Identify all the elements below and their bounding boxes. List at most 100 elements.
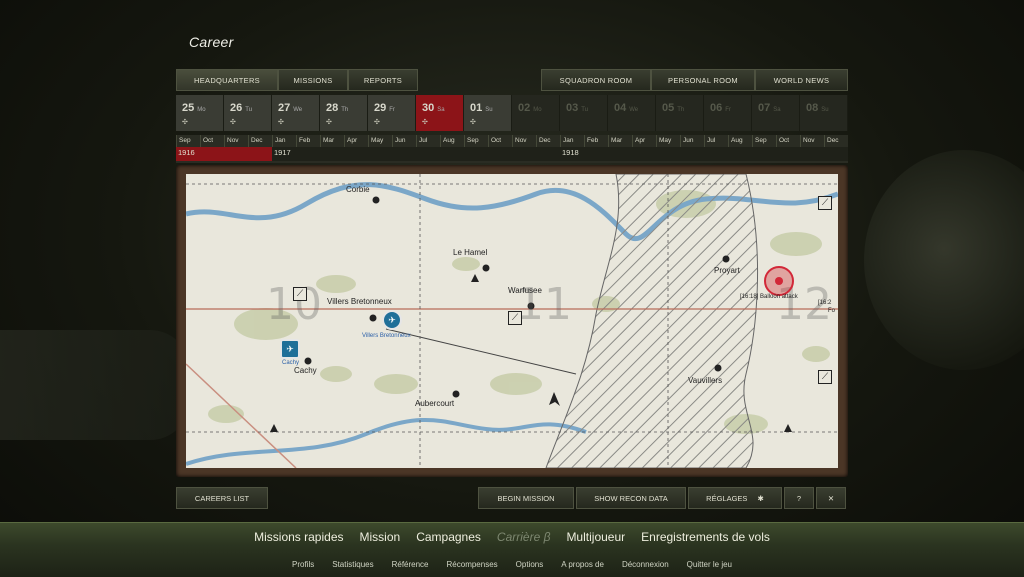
subnav-options[interactable]: Options (516, 560, 544, 569)
nav-enregistrements[interactable]: Enregistrements de vols (641, 530, 770, 544)
day-weekday: Mo (197, 107, 206, 113)
airfield-icon[interactable]: ✈ (382, 310, 402, 330)
month-label: Jun (392, 135, 416, 147)
place-label: Cachy (294, 366, 317, 375)
day-cell[interactable]: 30 Sa ✣ (416, 95, 464, 131)
tab-missions[interactable]: MISSIONS (278, 69, 348, 91)
day-weekday: Su (485, 107, 493, 113)
show-recon-data-button[interactable]: SHOW RECON DATA (576, 487, 686, 509)
day-cell[interactable]: 03 Tu (560, 95, 608, 131)
day-cell[interactable]: 02 Mo (512, 95, 560, 131)
month-label: Aug (728, 135, 752, 147)
month-label: Mar (320, 135, 344, 147)
place-label: Proyart (714, 266, 740, 275)
waypoint-marker[interactable]: ⟋ (508, 311, 522, 325)
nav-missions-rapides[interactable]: Missions rapides (254, 530, 343, 544)
waypoint-marker[interactable]: ⟋ (293, 287, 307, 301)
month-label: Aug (440, 135, 464, 147)
day-number: 05 (662, 102, 675, 114)
day-weekday: Th (341, 107, 349, 113)
nav-carriere[interactable]: Carrière β (497, 530, 551, 544)
event-label: [16:18] Balloon attack (740, 294, 798, 300)
careers-list-button[interactable]: CAREERS LIST (176, 487, 268, 509)
year-label: 1918 (562, 148, 579, 157)
day-weekday: Fr (389, 107, 395, 113)
begin-mission-button[interactable]: BEGIN MISSION (478, 487, 574, 509)
day-weekday: Th (677, 107, 685, 113)
day-weekday: We (629, 107, 639, 113)
month-label: Nov (512, 135, 536, 147)
day-cell[interactable]: 28 Th ✣ (320, 95, 368, 131)
close-button[interactable]: ✕ (816, 487, 846, 509)
tab-squadron-room[interactable]: SQUADRON ROOM (541, 69, 651, 91)
weather-icon: ✣ (374, 119, 380, 126)
subnav-statistiques[interactable]: Statistiques (332, 560, 373, 569)
day-weekday: Mo (533, 107, 542, 113)
month-label: Jul (416, 135, 440, 147)
day-cell[interactable]: 08 Su (800, 95, 848, 131)
tab-personal-room[interactable]: PERSONAL ROOM (651, 69, 755, 91)
tab-world-news[interactable]: WORLD NEWS (755, 69, 848, 91)
month-label: May (656, 135, 680, 147)
weather-icon: ✣ (326, 119, 332, 126)
bottom-menu-bar: Missions rapides Mission Campagnes Carri… (0, 522, 1024, 577)
day-number: 06 (710, 102, 723, 114)
month-label: Dec (824, 135, 848, 147)
airfield-icon[interactable]: ✈ (280, 339, 300, 359)
month-label: Dec (248, 135, 272, 147)
page-title: Career (189, 34, 234, 50)
day-number: 04 (614, 102, 627, 114)
month-timeline[interactable]: Sep Oct Nov Dec Jan Feb Mar Apr May Jun Jul Aug Sep O… (176, 135, 848, 163)
target-marker[interactable] (764, 266, 794, 296)
mission-map[interactable]: 10 11 12 Corbie Le Hamel Warfusee Proyar… (186, 174, 838, 468)
nav-campagnes[interactable]: Campagnes (416, 530, 481, 544)
sub-nav: Profils Statistiques Référence Récompens… (0, 560, 1024, 569)
tab-reports[interactable]: REPORTS (348, 69, 418, 91)
place-label: Vauvillers (688, 376, 723, 385)
month-label: Mar (608, 135, 632, 147)
nav-mission[interactable]: Mission (360, 530, 401, 544)
subnav-profils[interactable]: Profils (292, 560, 314, 569)
airfield-label: Villers Bretonneux (362, 333, 411, 339)
day-cell[interactable]: 07 Sa (752, 95, 800, 131)
weather-icon: ✣ (470, 119, 476, 126)
subnav-quitter[interactable]: Quitter le jeu (687, 560, 732, 569)
place-label: Warfusee (508, 286, 542, 295)
subnav-recompenses[interactable]: Récompenses (447, 560, 498, 569)
airfield-label: Cachy (282, 360, 300, 366)
day-weekday: Tu (245, 107, 253, 113)
month-label: Feb (296, 135, 320, 147)
nav-multijoueur[interactable]: Multijoueur (566, 530, 625, 544)
day-cell[interactable]: 05 Th (656, 95, 704, 131)
weather-icon: ✣ (278, 119, 284, 126)
month-label: Apr (632, 135, 656, 147)
day-cell[interactable]: 29 Fr ✣ (368, 95, 416, 131)
day-number: 03 (566, 102, 579, 114)
background-wing (0, 330, 190, 440)
subnav-a-propos[interactable]: A propos de (561, 560, 604, 569)
subnav-deconnexion[interactable]: Déconnexion (622, 560, 669, 569)
day-cell[interactable]: 25 Mo ✣ (176, 95, 224, 131)
waypoint-marker[interactable]: ⟋ (818, 196, 832, 210)
day-cell[interactable]: 04 We (608, 95, 656, 131)
place-label: Villers Bretonneux (327, 297, 392, 306)
day-weekday: Fr (725, 107, 731, 113)
reglages-button[interactable]: RÉGLAGES ✱ (688, 487, 782, 509)
month-label: Sep (464, 135, 488, 147)
day-cell[interactable]: 06 Fr (704, 95, 752, 131)
month-label: Apr (344, 135, 368, 147)
help-button[interactable]: ? (784, 487, 814, 509)
day-number: 29 (374, 102, 387, 114)
day-weekday: Sa (773, 107, 781, 113)
event-label: Fo (828, 308, 836, 314)
day-cell[interactable]: 26 Tu ✣ (224, 95, 272, 131)
month-label: Sep (176, 135, 200, 147)
waypoint-marker[interactable]: ⟋ (818, 370, 832, 384)
tab-headquarters[interactable]: HEADQUARTERS (176, 69, 278, 91)
day-weekday: Su (821, 107, 829, 113)
day-cell[interactable]: 01 Su ✣ (464, 95, 512, 131)
subnav-reference[interactable]: Référence (392, 560, 429, 569)
month-label: Nov (224, 135, 248, 147)
day-cell[interactable]: 27 We ✣ (272, 95, 320, 131)
month-label: Oct (488, 135, 512, 147)
